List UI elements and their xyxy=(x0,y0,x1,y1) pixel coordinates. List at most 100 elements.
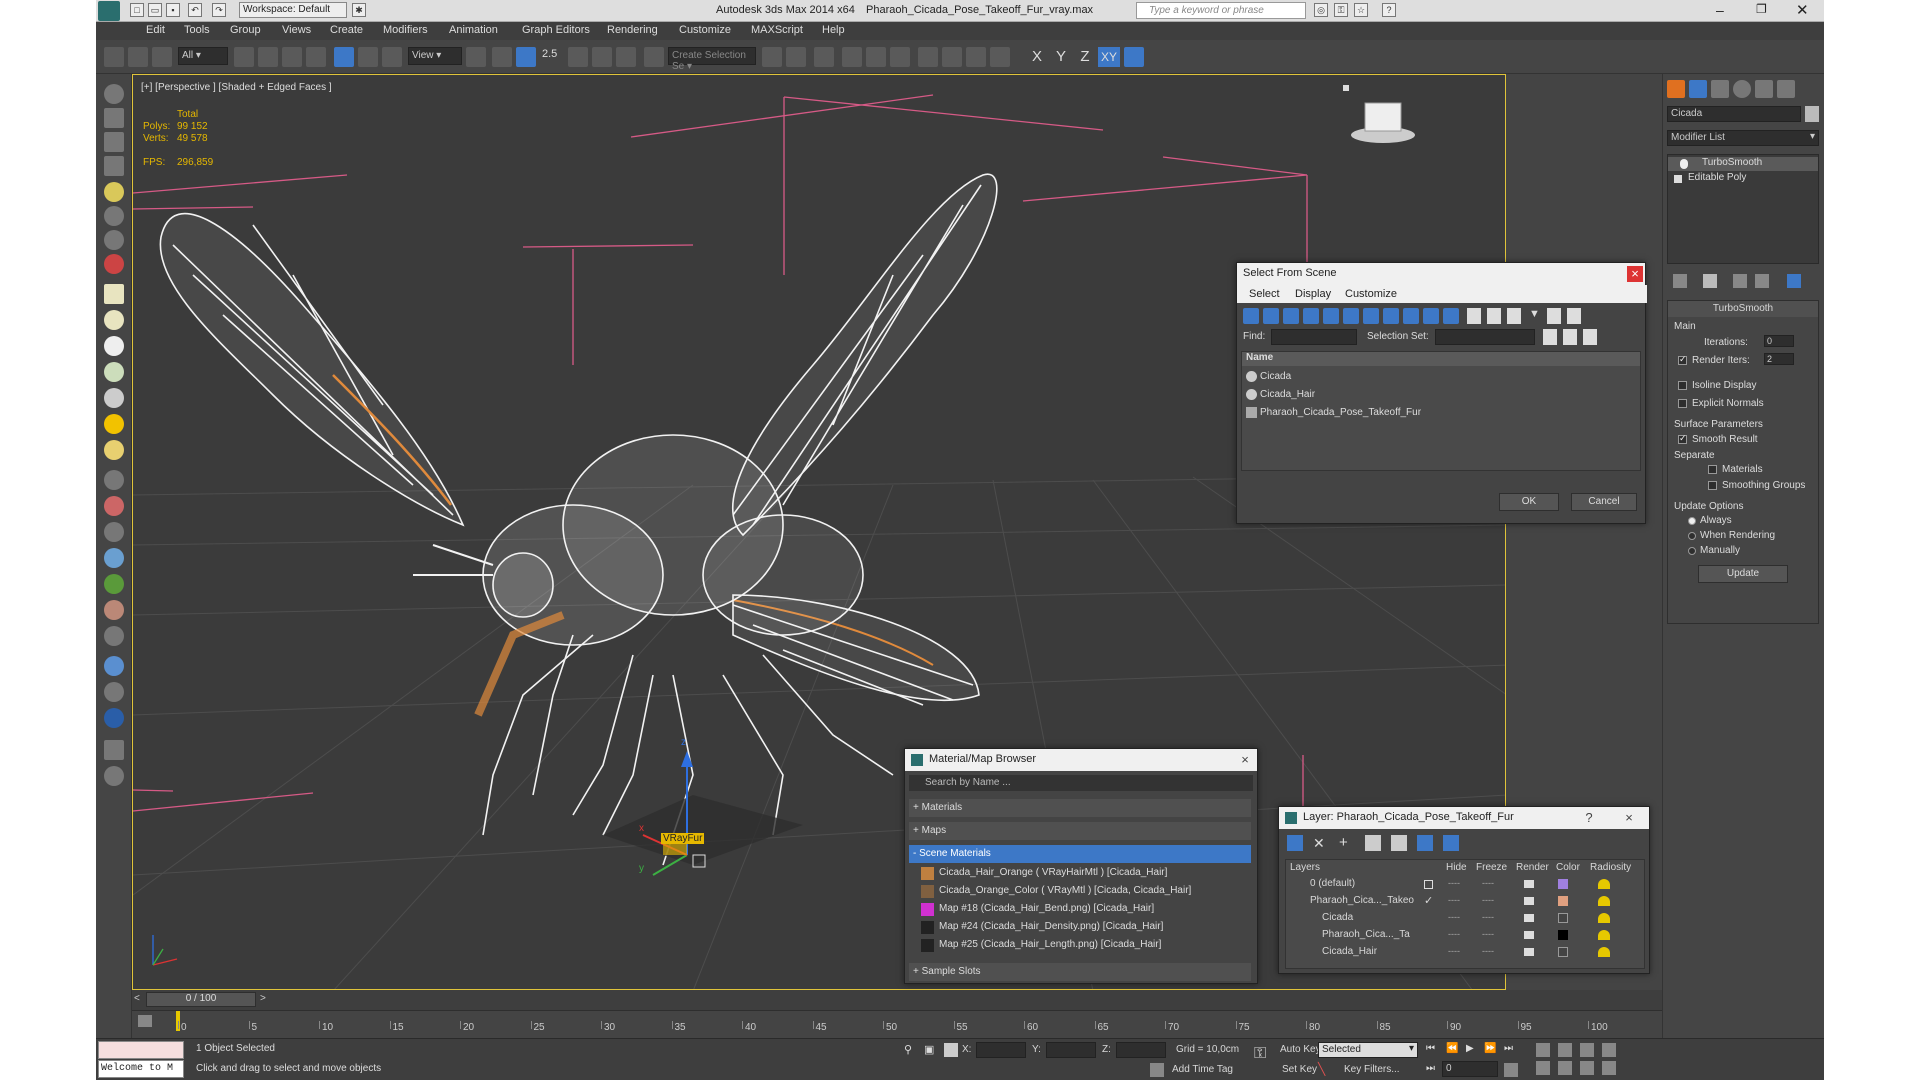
modify-tab-icon[interactable] xyxy=(1689,80,1707,98)
maxscript-listener[interactable] xyxy=(98,1041,184,1059)
scene-explorer-icon[interactable] xyxy=(104,132,124,152)
y-coord-field[interactable] xyxy=(1046,1042,1096,1058)
field-of-view-icon[interactable] xyxy=(1536,1061,1550,1075)
info-icon[interactable] xyxy=(104,766,124,786)
zoom-icon[interactable] xyxy=(1536,1043,1550,1057)
teapot-icon[interactable] xyxy=(104,84,124,104)
list-item[interactable]: Cicada xyxy=(1242,368,1640,386)
constraint-x-button[interactable]: X xyxy=(1026,47,1048,67)
make-unique-icon[interactable] xyxy=(1733,274,1747,288)
list-header[interactable]: Name xyxy=(1242,352,1640,366)
menu-group[interactable]: Group xyxy=(230,24,261,36)
viewcube-button[interactable] xyxy=(1363,101,1403,133)
layer-color-swatch[interactable] xyxy=(1558,930,1568,940)
create-tab-icon[interactable] xyxy=(1667,80,1685,98)
absolute-mode-icon[interactable] xyxy=(944,1043,958,1057)
play-icon[interactable]: ▶ xyxy=(1466,1043,1474,1054)
filter-shapes-icon[interactable] xyxy=(1263,308,1279,324)
align-icon[interactable] xyxy=(786,47,806,67)
radiosity-icon[interactable] xyxy=(1598,913,1610,923)
lock-icon[interactable]: ▣ xyxy=(924,1043,936,1057)
select-dialog-menu-display[interactable]: Display xyxy=(1295,288,1331,300)
keyboard-shortcut-override-icon[interactable] xyxy=(516,47,536,67)
spacewarp-icon[interactable] xyxy=(104,230,124,250)
show-end-result-icon[interactable] xyxy=(1703,274,1717,288)
track-bar[interactable]: 0 5 10 15 20 25 30 35 40 45 50 55 60 65 70 75 80 85 90 95 10… xyxy=(132,1010,1662,1038)
selection-lock-icon[interactable]: ⚲ xyxy=(904,1043,916,1057)
layer-color-swatch[interactable] xyxy=(1558,947,1568,957)
radiosity-icon[interactable] xyxy=(1598,930,1610,940)
object-color-swatch[interactable] xyxy=(1805,106,1819,122)
layer-color-swatch[interactable] xyxy=(1558,896,1568,906)
select-invert-icon[interactable] xyxy=(1507,308,1521,324)
set-key-icon[interactable]: ╲ xyxy=(1318,1062,1334,1076)
maxscript-mini-input[interactable]: Welcome to M xyxy=(98,1060,184,1078)
render-icon[interactable] xyxy=(104,108,124,128)
selection-filter-dropdown[interactable]: All ▾ xyxy=(178,47,228,65)
modifier-list-dropdown[interactable]: Modifier List ▾ xyxy=(1667,130,1819,146)
render-column-header[interactable]: Render xyxy=(1516,862,1549,873)
help-icon[interactable]: ? xyxy=(1382,3,1396,17)
isoline-display-checkbox[interactable] xyxy=(1678,381,1687,390)
hide-toggle[interactable]: ---- xyxy=(1448,946,1460,956)
materials-group[interactable]: + Materials xyxy=(909,799,1251,817)
smoothing-groups-checkbox[interactable] xyxy=(1708,481,1717,490)
update-button[interactable]: Update xyxy=(1698,565,1788,583)
list-item[interactable]: Cicada_Hair xyxy=(1242,386,1640,404)
options-icon[interactable] xyxy=(1567,308,1581,324)
radiosity-icon[interactable] xyxy=(1598,879,1610,889)
layer-row[interactable]: Pharaoh_Cica..._Ta ---- ---- xyxy=(1286,927,1644,944)
menu-maxscript[interactable]: MAXScript xyxy=(751,24,803,36)
mass-fx-icon[interactable] xyxy=(104,656,124,676)
always-radio[interactable] xyxy=(1688,517,1696,525)
menu-help[interactable]: Help xyxy=(822,24,845,36)
sphere-primitive-icon[interactable] xyxy=(104,336,124,356)
select-by-name-icon[interactable] xyxy=(258,47,278,67)
freeze-column-header[interactable]: Freeze xyxy=(1476,862,1507,873)
box-primitive-icon[interactable] xyxy=(104,284,124,304)
rollout-header[interactable]: TurboSmooth xyxy=(1668,301,1818,317)
explicit-normals-checkbox[interactable] xyxy=(1678,399,1687,408)
snaps-toggle-icon[interactable]: 2.5 xyxy=(542,48,564,60)
radiosity-icon[interactable] xyxy=(1598,947,1610,957)
new-file-icon[interactable]: □ xyxy=(130,3,144,17)
material-item[interactable]: Map #24 (Cicada_Hair_Density.png) [Cicad… xyxy=(919,918,1247,936)
select-dialog-menu-select[interactable]: Select xyxy=(1249,288,1280,300)
character-icon[interactable] xyxy=(104,522,124,542)
select-dialog-menu-customize[interactable]: Customize xyxy=(1345,288,1397,300)
rendered-frame-icon[interactable] xyxy=(966,47,986,67)
z-coord-field[interactable] xyxy=(1116,1042,1166,1058)
filter-frozen-icon[interactable] xyxy=(1443,308,1459,324)
layer-help-button[interactable]: ? xyxy=(1581,810,1597,826)
motion-tab-icon[interactable] xyxy=(1733,80,1751,98)
freeze-toggle[interactable]: ---- xyxy=(1482,912,1494,922)
select-none-icon[interactable] xyxy=(1487,308,1501,324)
next-frame-icon[interactable]: ⏩ xyxy=(1484,1043,1496,1054)
layer-row[interactable]: Pharaoh_Cica..._Takeo ✓ ---- ---- xyxy=(1286,893,1644,910)
undo-icon[interactable]: ↶ xyxy=(188,3,202,17)
help-bulb-icon[interactable]: ✱ xyxy=(352,3,366,17)
render-teapot-icon[interactable] xyxy=(1524,931,1534,939)
material-browser-close-button[interactable]: × xyxy=(1237,752,1253,768)
link-icon[interactable] xyxy=(104,47,124,67)
layer-manager-icon[interactable] xyxy=(814,47,834,67)
select-all-icon[interactable] xyxy=(1467,308,1481,324)
render-iters-checkbox[interactable] xyxy=(1678,354,1687,365)
percent-snap-icon[interactable] xyxy=(592,47,612,67)
close-button[interactable]: ✕ xyxy=(1796,1,1816,19)
set-key-button[interactable]: Set Key xyxy=(1282,1064,1317,1075)
freeze-all-icon[interactable] xyxy=(1443,835,1459,851)
hide-all-icon[interactable] xyxy=(1417,835,1433,851)
layer-color-swatch[interactable] xyxy=(1558,913,1568,923)
schematic-view-icon[interactable] xyxy=(890,47,910,67)
render-teapot-icon[interactable] xyxy=(1524,948,1534,956)
teapot-primitive-icon[interactable] xyxy=(104,362,124,382)
dynamics-icon[interactable] xyxy=(104,496,124,516)
save-file-icon[interactable]: ▪ xyxy=(166,3,180,17)
unlink-icon[interactable] xyxy=(128,47,148,67)
select-scale-icon[interactable] xyxy=(382,47,402,67)
radiosity-icon[interactable] xyxy=(1598,896,1610,906)
lightbulb-icon[interactable] xyxy=(1680,159,1688,169)
materials-checkbox[interactable] xyxy=(1708,465,1717,474)
render-teapot-icon[interactable] xyxy=(1524,897,1534,905)
